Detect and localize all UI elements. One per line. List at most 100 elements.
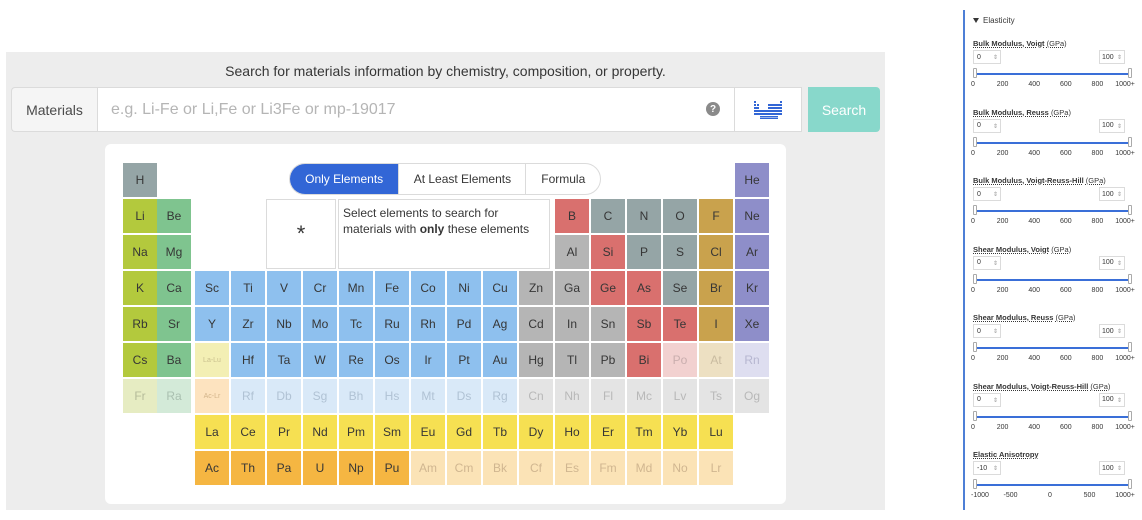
element-es[interactable]: Es <box>555 451 589 485</box>
element-v[interactable]: V <box>267 271 301 305</box>
element-md[interactable]: Md <box>627 451 661 485</box>
element-pa[interactable]: Pa <box>267 451 301 485</box>
element-fe[interactable]: Fe <box>375 271 409 305</box>
range-slider-track[interactable] <box>974 141 1130 144</box>
element-sb[interactable]: Sb <box>627 307 661 341</box>
element-la-lu[interactable]: La-Lu <box>195 343 229 377</box>
element-f[interactable]: F <box>699 199 733 233</box>
element-yb[interactable]: Yb <box>663 415 697 449</box>
element-no[interactable]: No <box>663 451 697 485</box>
element-c[interactable]: C <box>591 199 625 233</box>
bulk-modulus-voigt-max-input[interactable]: 100 ⇕ <box>1099 50 1125 64</box>
element-tm[interactable]: Tm <box>627 415 661 449</box>
element-sg[interactable]: Sg <box>303 379 337 413</box>
element-fm[interactable]: Fm <box>591 451 625 485</box>
range-slider-min-handle[interactable] <box>973 68 977 78</box>
range-slider-track[interactable] <box>974 484 1130 486</box>
element-mt[interactable]: Mt <box>411 379 445 413</box>
tab-only-elements[interactable]: Only Elements <box>290 164 399 194</box>
element-ne[interactable]: Ne <box>735 199 769 233</box>
element-ru[interactable]: Ru <box>375 307 409 341</box>
element-pu[interactable]: Pu <box>375 451 409 485</box>
range-slider-track[interactable] <box>974 210 1130 212</box>
element-w[interactable]: W <box>303 343 337 377</box>
element-in[interactable]: In <box>555 307 589 341</box>
materials-search-input[interactable]: e.g. Li-Fe or Li,Fe or Li3Fe or mp-19017… <box>97 87 735 132</box>
element-al[interactable]: Al <box>555 235 589 269</box>
element-k[interactable]: K <box>123 271 157 305</box>
element-db[interactable]: Db <box>267 379 301 413</box>
element-ar[interactable]: Ar <box>735 235 769 269</box>
element-as[interactable]: As <box>627 271 661 305</box>
element-la[interactable]: La <box>195 415 229 449</box>
element-mo[interactable]: Mo <box>303 307 337 341</box>
tab-at-least-elements[interactable]: At Least Elements <box>398 164 525 194</box>
element-pb[interactable]: Pb <box>591 343 625 377</box>
range-slider-min-handle[interactable] <box>973 342 977 352</box>
element-tc[interactable]: Tc <box>339 307 373 341</box>
element-ts[interactable]: Ts <box>699 379 733 413</box>
element-n[interactable]: N <box>627 199 661 233</box>
element-sm[interactable]: Sm <box>375 415 409 449</box>
element-mn[interactable]: Mn <box>339 271 373 305</box>
element-na[interactable]: Na <box>123 235 157 269</box>
element-s[interactable]: S <box>663 235 697 269</box>
bulk-modulus-reuss-min-input[interactable]: 0 ⇕ <box>973 118 1001 133</box>
element-te[interactable]: Te <box>663 307 697 341</box>
element-nd[interactable]: Nd <box>303 415 337 449</box>
bulk-modulus-voigt-reuss-hill-min-input[interactable]: 0 ⇕ <box>973 187 1001 201</box>
range-slider-min-handle[interactable] <box>973 205 977 215</box>
element-ta[interactable]: Ta <box>267 343 301 377</box>
element-cr[interactable]: Cr <box>303 271 337 305</box>
element-au[interactable]: Au <box>483 343 517 377</box>
range-slider-track[interactable] <box>974 347 1130 349</box>
elasticity-section-header[interactable]: Elasticity <box>973 16 1015 25</box>
element-xe[interactable]: Xe <box>735 307 769 341</box>
element-he[interactable]: He <box>735 163 769 197</box>
help-icon[interactable]: ? <box>706 102 720 116</box>
element-og[interactable]: Og <box>735 379 769 413</box>
element-at[interactable]: At <box>699 343 733 377</box>
element-se[interactable]: Se <box>663 271 697 305</box>
range-slider-max-handle[interactable] <box>1128 342 1132 352</box>
element-rb[interactable]: Rb <box>123 307 157 341</box>
element-rh[interactable]: Rh <box>411 307 445 341</box>
element-u[interactable]: U <box>303 451 337 485</box>
bulk-modulus-reuss-max-input[interactable]: 100 ⇕ <box>1099 118 1125 133</box>
range-slider-max-handle[interactable] <box>1128 68 1132 78</box>
element-y[interactable]: Y <box>195 307 229 341</box>
shear-modulus-voigt-reuss-hill-max-input[interactable]: 100 ⇕ <box>1099 392 1125 407</box>
range-slider-max-handle[interactable] <box>1128 273 1132 284</box>
element-pr[interactable]: Pr <box>267 415 301 449</box>
range-slider-max-handle[interactable] <box>1128 479 1132 489</box>
element-lr[interactable]: Lr <box>699 451 733 485</box>
element-eu[interactable]: Eu <box>411 415 445 449</box>
element-sr[interactable]: Sr <box>157 307 191 341</box>
tab-formula[interactable]: Formula <box>525 164 600 194</box>
element-po[interactable]: Po <box>663 343 697 377</box>
elastic-anisotropy-min-input[interactable]: -10 ⇕ <box>973 461 1001 475</box>
element-os[interactable]: Os <box>375 343 409 377</box>
element-ge[interactable]: Ge <box>591 271 625 305</box>
search-button[interactable]: Search <box>808 87 880 132</box>
shear-modulus-voigt-reuss-hill-min-input[interactable]: 0 ⇕ <box>973 392 1001 407</box>
wildcard-element-button[interactable]: * <box>266 199 336 269</box>
shear-modulus-voigt-max-input[interactable]: 100 ⇕ <box>1099 255 1125 270</box>
element-hs[interactable]: Hs <box>375 379 409 413</box>
element-bh[interactable]: Bh <box>339 379 373 413</box>
element-re[interactable]: Re <box>339 343 373 377</box>
element-rn[interactable]: Rn <box>735 343 769 377</box>
element-nb[interactable]: Nb <box>267 307 301 341</box>
elastic-anisotropy-max-input[interactable]: 100 ⇕ <box>1099 461 1125 475</box>
element-mg[interactable]: Mg <box>157 235 191 269</box>
element-cf[interactable]: Cf <box>519 451 553 485</box>
element-ag[interactable]: Ag <box>483 307 517 341</box>
element-ca[interactable]: Ca <box>157 271 191 305</box>
element-ba[interactable]: Ba <box>157 343 191 377</box>
element-np[interactable]: Np <box>339 451 373 485</box>
element-li[interactable]: Li <box>123 199 157 233</box>
element-o[interactable]: O <box>663 199 697 233</box>
element-hg[interactable]: Hg <box>519 343 553 377</box>
element-dy[interactable]: Dy <box>519 415 553 449</box>
element-p[interactable]: P <box>627 235 661 269</box>
